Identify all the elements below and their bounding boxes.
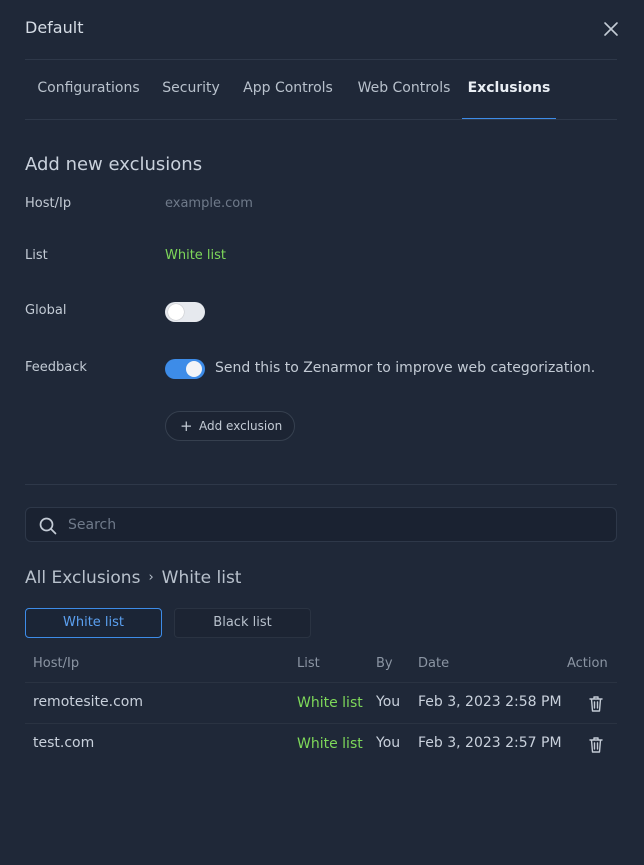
breadcrumb-current: White list — [161, 568, 242, 588]
tab-web-controls[interactable]: Web Controls — [346, 60, 462, 120]
feedback-description: Send this to Zenarmor to improve web cat… — [215, 360, 596, 376]
add-exclusion-label: Add exclusion — [199, 419, 283, 433]
close-icon[interactable] — [600, 18, 622, 40]
column-header-date: Date — [418, 656, 450, 671]
toggle-knob — [168, 304, 184, 320]
search-box — [25, 507, 617, 542]
column-header-list: List — [297, 656, 320, 671]
list-label: List — [25, 248, 48, 263]
breadcrumb-root[interactable]: All Exclusions — [25, 568, 140, 588]
row-host: test.com — [33, 735, 95, 751]
row-by: You — [376, 694, 401, 710]
dialog-title: Default — [25, 18, 84, 37]
row-host: remotesite.com — [33, 694, 144, 710]
filter-black-list[interactable]: Black list — [174, 608, 311, 638]
tab-exclusions[interactable]: Exclusions — [462, 60, 556, 120]
table-row: test.com White list You Feb 3, 2023 2:57… — [25, 723, 617, 764]
row-list: White list — [297, 736, 363, 752]
column-header-by: By — [376, 656, 393, 671]
divider — [25, 484, 617, 485]
list-select[interactable]: White list — [165, 248, 226, 263]
tab-bar: Configurations Security App Controls Web… — [25, 60, 617, 120]
form-title: Add new exclusions — [25, 154, 203, 175]
breadcrumb-separator: › — [148, 570, 154, 585]
tab-app-controls[interactable]: App Controls — [230, 60, 346, 120]
table-row: remotesite.com White list You Feb 3, 202… — [25, 682, 617, 723]
row-date: Feb 3, 2023 2:58 PM — [418, 694, 562, 710]
plus-icon: + — [180, 417, 193, 435]
feedback-label: Feedback — [25, 360, 87, 375]
host-input[interactable]: example.com — [165, 196, 253, 211]
column-header-action: Action — [567, 656, 608, 671]
tab-configurations[interactable]: Configurations — [25, 60, 152, 120]
add-exclusion-button[interactable]: + Add exclusion — [165, 411, 295, 441]
trash-icon[interactable] — [588, 695, 604, 713]
row-by: You — [376, 735, 401, 751]
feedback-toggle[interactable] — [165, 359, 205, 379]
row-list: White list — [297, 695, 363, 711]
dialog-header: Default — [0, 0, 644, 60]
column-header-host: Host/Ip — [33, 656, 80, 671]
search-input[interactable] — [66, 508, 606, 541]
global-toggle[interactable] — [165, 302, 205, 322]
global-label: Global — [25, 303, 67, 318]
host-label: Host/Ip — [25, 196, 72, 211]
breadcrumb: All Exclusions › White list — [25, 568, 241, 588]
row-date: Feb 3, 2023 2:57 PM — [418, 735, 562, 751]
filter-white-list[interactable]: White list — [25, 608, 162, 638]
trash-icon[interactable] — [588, 736, 604, 754]
tab-security[interactable]: Security — [152, 60, 230, 120]
toggle-knob — [186, 361, 202, 377]
search-icon — [39, 517, 57, 535]
divider — [25, 119, 617, 120]
